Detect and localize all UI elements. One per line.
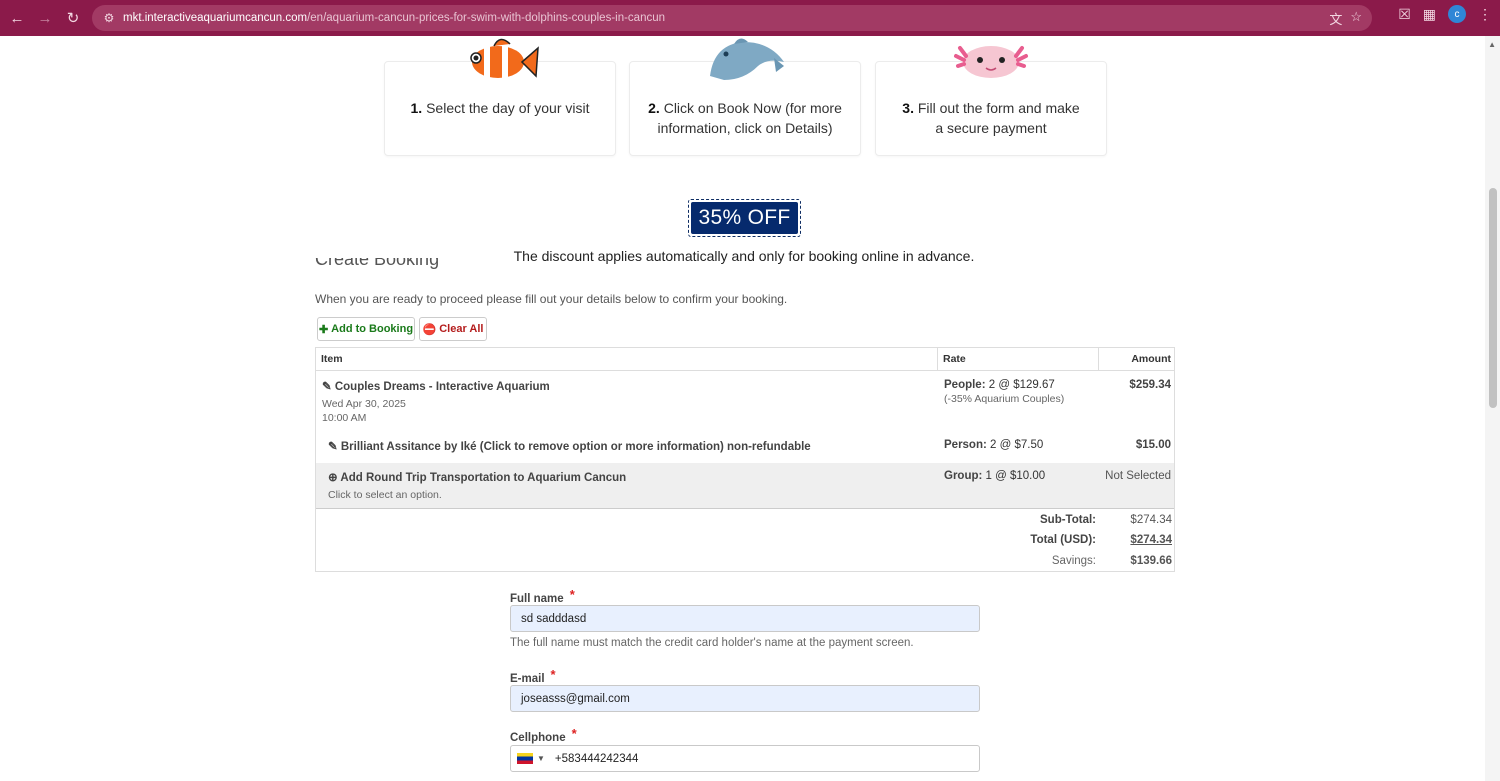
menu-kebab-icon[interactable]: ⋮ [1478, 6, 1492, 23]
total-label: Total (USD): [1030, 534, 1096, 546]
required-asterisk: * [571, 726, 577, 741]
transportation-option-link[interactable]: ⊕ Add Round Trip Transportation to Aquar… [328, 470, 626, 484]
discount-note: The discount applies automatically and o… [513, 248, 975, 264]
page-scrollbar[interactable] [1485, 36, 1500, 781]
totals-divider [316, 508, 1174, 509]
pencil-icon: ✎ [322, 381, 332, 393]
add-to-booking-button[interactable]: ✚ Add to Booking [317, 317, 415, 341]
booking-intro: When you are ready to proceed please fil… [315, 292, 788, 306]
amount-row-1: $259.34 [1129, 379, 1171, 391]
required-asterisk: * [550, 667, 556, 682]
cellphone-label: Cellphone * [510, 726, 577, 744]
savings-label: Savings: [1051, 555, 1096, 567]
site-settings-icon[interactable]: ⚙ [98, 11, 120, 25]
scroll-thumb[interactable] [1489, 188, 1497, 408]
minus-circle-icon: ⛔ [422, 323, 437, 336]
extensions-puzzle-icon[interactable]: ▦ [1423, 6, 1436, 23]
email-label: E-mail * [510, 667, 556, 685]
full-name-field[interactable]: sd sadddasd [510, 605, 980, 632]
column-header-item: Item [316, 348, 938, 371]
rate-person: Person: 2 @ $7.50 [944, 439, 1044, 451]
savings-value: $139.66 [1130, 555, 1172, 567]
cellphone-value[interactable]: +583444242344 [555, 753, 638, 765]
full-name-help: The full name must match the credit card… [510, 637, 914, 649]
back-icon[interactable]: ← [3, 4, 31, 32]
plus-circle-icon: ⊕ [328, 472, 338, 484]
clownfish-icon [470, 38, 539, 78]
transportation-hint: Click to select an option. [328, 489, 442, 501]
rate-group: Group: 1 @ $10.00 [944, 470, 1046, 482]
booking-time: 10:00 AM [322, 412, 367, 424]
full-name-label: Full name * [510, 587, 575, 605]
scroll-up-arrow-icon[interactable]: ▲ [1488, 40, 1496, 49]
amount-row-3: Not Selected [1105, 470, 1171, 482]
required-asterisk: * [569, 587, 575, 602]
booking-item-link[interactable]: ✎ Couples Dreams - Interactive Aquarium [322, 379, 550, 393]
reload-icon[interactable]: ↻ [59, 4, 87, 32]
assistance-option-link[interactable]: ✎ Brilliant Assitance by Iké (Click to r… [328, 439, 811, 453]
booking-table: Item Rate Amount ✎ Couples Dreams - Inte… [315, 347, 1175, 572]
browser-toolbar: ← → ↻ ⚙ mkt.interactiveaquariumcancun.co… [0, 0, 1500, 36]
booking-date: Wed Apr 30, 2025 [322, 398, 406, 410]
rate-people: People: 2 @ $129.67 [944, 379, 1055, 391]
country-dropdown-caret-icon[interactable]: ▼ [537, 754, 545, 763]
address-bar[interactable]: ⚙ mkt.interactiveaquariumcancun.com/en/a… [92, 5, 1372, 31]
subtotal-label: Sub-Total: [1040, 514, 1096, 526]
rate-discount-note: (-35% Aquarium Couples) [944, 393, 1065, 405]
column-header-amount: Amount [1099, 348, 1174, 371]
axolotl-icon [954, 46, 1028, 78]
extension-x-icon[interactable]: ☒ [1398, 6, 1411, 23]
column-header-rate: Rate [938, 348, 1099, 371]
amount-row-2: $15.00 [1135, 439, 1171, 451]
cellphone-field[interactable]: ▼ +583444242344 [510, 745, 980, 772]
venezuela-flag-icon[interactable] [517, 753, 533, 764]
discount-badge: 35% OFF [688, 199, 801, 237]
dolphin-icon [710, 38, 784, 80]
url-text[interactable]: mkt.interactiveaquariumcancun.com/en/aqu… [123, 12, 665, 24]
email-field[interactable]: joseasss@gmail.com [510, 685, 980, 712]
bookmark-star-icon[interactable]: ☆ [1350, 9, 1362, 28]
subtotal-value: $274.34 [1130, 514, 1172, 526]
profile-avatar[interactable]: c [1448, 5, 1466, 23]
pencil-icon: ✎ [328, 441, 338, 453]
booking-heading: Create Booking [315, 258, 440, 269]
plus-icon: ✚ [318, 323, 329, 336]
clear-all-button[interactable]: ⛔ Clear All [419, 317, 487, 341]
total-value: $274.34 [1130, 534, 1172, 546]
translate-icon[interactable]: 文 [1329, 9, 1342, 28]
forward-icon[interactable]: → [31, 4, 59, 32]
